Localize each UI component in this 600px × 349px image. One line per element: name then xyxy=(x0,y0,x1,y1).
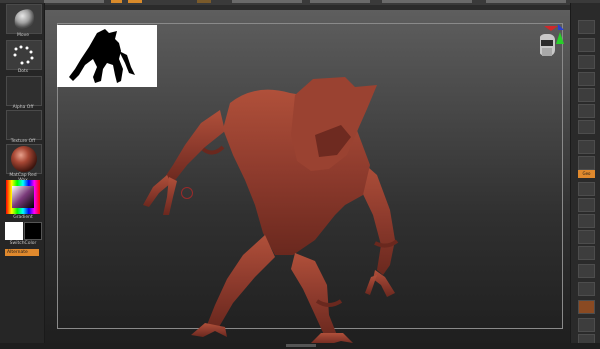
bpr-button[interactable] xyxy=(578,20,595,34)
scroll-button[interactable] xyxy=(578,38,595,52)
solo-button[interactable] xyxy=(578,318,595,332)
secondary-color-swatch[interactable] xyxy=(24,222,42,240)
aahalf-button[interactable] xyxy=(578,88,595,102)
local-button[interactable] xyxy=(578,140,595,154)
top-slider-1[interactable] xyxy=(44,0,104,3)
top-slider-5[interactable] xyxy=(486,0,566,3)
creature-sculpt[interactable] xyxy=(115,65,455,345)
alpha-selector[interactable] xyxy=(6,76,42,106)
transp-button[interactable] xyxy=(578,282,595,296)
move-brush-icon xyxy=(14,9,35,29)
matcap-sphere-icon xyxy=(11,146,37,172)
rotate-button[interactable] xyxy=(578,230,595,244)
scale-button[interactable] xyxy=(578,214,595,228)
stroke-label: Dots xyxy=(17,69,29,74)
geo-button[interactable]: Geo xyxy=(578,170,595,178)
move-button[interactable] xyxy=(578,198,595,212)
frame-button[interactable] xyxy=(578,182,595,196)
top-toolbar xyxy=(0,0,600,5)
floor-button[interactable] xyxy=(578,120,595,134)
brush-selector[interactable] xyxy=(6,4,42,34)
primary-color-swatch[interactable] xyxy=(5,222,23,240)
persp-button[interactable] xyxy=(578,104,595,118)
bottom-handle[interactable] xyxy=(286,344,316,347)
switch-color-label[interactable]: SwitchColor xyxy=(4,241,42,246)
navigation-gizmo[interactable] xyxy=(540,24,570,64)
actual-button[interactable] xyxy=(578,72,595,86)
zoom-button[interactable] xyxy=(578,55,595,69)
brush-label: Move xyxy=(16,33,30,38)
gradient-label: Gradient xyxy=(13,215,33,220)
stroke-selector[interactable] xyxy=(6,40,42,70)
top-slider-4[interactable] xyxy=(382,0,472,3)
top-button-orange-2[interactable] xyxy=(128,0,142,3)
linefill-button[interactable] xyxy=(578,246,595,260)
dots-stroke-icon xyxy=(13,45,34,65)
canvas-viewport[interactable] xyxy=(45,10,570,345)
brush-cursor xyxy=(181,187,193,199)
dynamic-button[interactable] xyxy=(578,300,595,314)
color-picker[interactable] xyxy=(6,180,40,214)
top-button-orange-1[interactable] xyxy=(111,0,122,3)
alternate-button[interactable]: Alternate xyxy=(5,249,39,256)
top-slider-3[interactable] xyxy=(310,0,370,3)
lsym-button[interactable] xyxy=(578,156,595,170)
material-selector[interactable] xyxy=(6,144,42,174)
polyf-button[interactable] xyxy=(578,264,595,278)
bottom-bar xyxy=(0,343,600,349)
texture-selector[interactable] xyxy=(6,110,42,140)
top-button-3[interactable] xyxy=(197,0,211,3)
top-slider-2[interactable] xyxy=(232,0,302,3)
